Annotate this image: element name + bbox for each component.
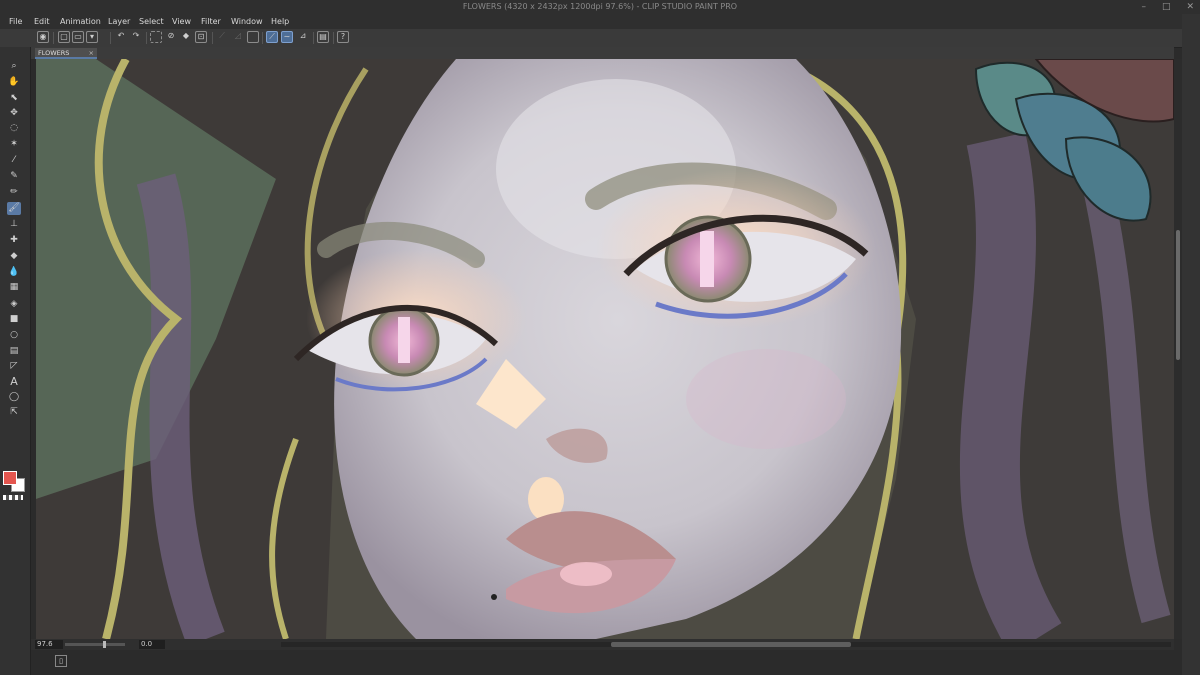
layers-icon[interactable]: ◉ [37, 31, 49, 43]
menu-help[interactable]: Help [271, 14, 289, 29]
transparent-color-swatch[interactable] [3, 495, 23, 500]
menu-select[interactable]: Select [139, 14, 164, 29]
eyedropper-icon[interactable]: ⁄ [7, 154, 21, 167]
window-title: FLOWERS (4320 x 2432px 1200dpi 97.6%) - … [462, 2, 738, 11]
open-folder-icon[interactable]: ▭ [72, 31, 84, 43]
rotation-field[interactable]: 0.0 [139, 640, 165, 649]
decoration-icon[interactable]: ✚ [7, 234, 21, 247]
navigator-status-bar: 97.6 0.0 [31, 639, 1174, 650]
frame-icon[interactable]: ▤ [7, 345, 21, 358]
move-icon[interactable]: ✥ [7, 107, 21, 120]
brush-active-icon[interactable]: ∼ [281, 31, 293, 43]
zoom-level-field[interactable]: 97.6 [35, 640, 63, 649]
main-color-swatch[interactable] [3, 471, 17, 485]
title-bar: FLOWERS (4320 x 2432px 1200dpi 97.6%) - … [0, 0, 1200, 14]
menu-filter[interactable]: Filter [201, 14, 221, 29]
fill-tool-icon[interactable]: ▦ [7, 281, 21, 294]
horizontal-scroll-thumb[interactable] [611, 642, 851, 647]
menu-file[interactable]: File [9, 14, 22, 29]
tab-label: FLOWERS [38, 49, 70, 57]
airbrush-icon[interactable]: ⊥ [7, 218, 21, 231]
close-button[interactable]: ✕ [1186, 0, 1194, 14]
blend-icon[interactable]: 💧 [7, 266, 21, 279]
right-panel-strip [1182, 14, 1200, 675]
tool-palette: ⌕ ✋ ⬉ ✥ ◌ ✶ ⁄ ✎ ✏ 🖌 ⊥ ✚ ◆ 💧 ▦ ◈ ■ ○ ▤ ◸ … [0, 47, 31, 675]
tab-flowers[interactable]: FLOWERS × [35, 48, 97, 59]
transform-icon[interactable]: ⊡ [195, 31, 207, 43]
zoom-slider-thumb[interactable] [103, 641, 106, 648]
bottom-bar: ▯ [31, 650, 1182, 675]
pen-active-icon[interactable]: ⟋ [266, 31, 278, 43]
redo-icon[interactable]: ↷ [130, 31, 142, 43]
clear-icon[interactable]: ⊘ [165, 31, 177, 43]
tab-close-icon[interactable]: × [89, 48, 94, 59]
brush-icon[interactable]: 🖌 [7, 202, 21, 215]
ruler-icon[interactable]: ◿ [232, 31, 244, 43]
pencil-icon[interactable]: ✏ [7, 186, 21, 199]
maximize-button[interactable]: □ [1162, 0, 1171, 14]
fill-icon[interactable]: ◆ [180, 31, 192, 43]
vertical-scroll-thumb[interactable] [1176, 230, 1180, 360]
artwork-illustration [36, 59, 1174, 639]
horizontal-scrollbar[interactable] [281, 642, 1171, 647]
panel-toggle-icon[interactable]: ▯ [55, 655, 67, 667]
menu-edit[interactable]: Edit [34, 14, 50, 29]
operation-icon[interactable]: ⬉ [7, 92, 21, 105]
zoom-icon[interactable]: ⌕ [7, 60, 21, 73]
ruler-tool-icon[interactable]: ◸ [7, 360, 21, 373]
snap-icon[interactable] [247, 31, 259, 43]
menu-bar: File Edit Animation Layer Select View Fi… [0, 14, 1200, 29]
undo-icon[interactable]: ↶ [115, 31, 127, 43]
drawing-canvas[interactable] [36, 59, 1174, 639]
text-icon[interactable]: A [7, 375, 21, 388]
lasso-icon[interactable]: ◌ [7, 122, 21, 135]
bucket-icon[interactable]: ◈ [7, 298, 21, 311]
menu-view[interactable]: View [172, 14, 191, 29]
lasso-select-icon[interactable] [150, 31, 162, 43]
menu-animation[interactable]: Animation [60, 14, 101, 29]
gradient-icon[interactable]: ■ [7, 313, 21, 326]
new-file-icon[interactable]: ▢ [58, 31, 70, 43]
figure-icon[interactable]: ○ [7, 329, 21, 342]
minimize-button[interactable]: – [1141, 0, 1146, 14]
eraser-icon[interactable]: ◆ [7, 250, 21, 263]
vector-icon[interactable]: ⊿ [297, 31, 309, 43]
command-bar: ◉ ▢ ▭ ▾ ↶ ↷ ⊘ ◆ ⊡ ⟋ ◿ ⟋ ∼ ⊿ ▤ ? [0, 29, 1200, 48]
save-icon[interactable]: ▾ [86, 31, 98, 43]
menu-layer[interactable]: Layer [108, 14, 130, 29]
pen-icon[interactable]: ✎ [7, 170, 21, 183]
balloon-icon[interactable]: ◯ [7, 391, 21, 404]
deselect-icon[interactable]: ⟋ [216, 31, 228, 43]
menu-window[interactable]: Window [231, 14, 263, 29]
magic-wand-icon[interactable]: ✶ [7, 138, 21, 151]
settings-icon[interactable]: ▤ [317, 31, 329, 43]
tab-bar: FLOWERS × [31, 47, 1174, 59]
help-icon[interactable]: ? [337, 31, 349, 43]
zoom-slider[interactable] [65, 643, 125, 646]
correct-line-icon[interactable]: ⇱ [7, 406, 21, 419]
hand-icon[interactable]: ✋ [7, 76, 21, 89]
